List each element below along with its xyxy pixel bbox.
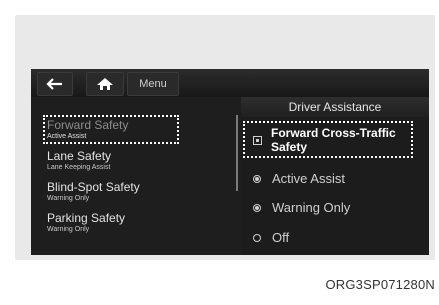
menu-item-title: Blind-Spot Safety (47, 180, 140, 194)
menu-item-title: Lane Safety (47, 149, 112, 163)
option-label-warning-only[interactable]: Warning Only (272, 201, 350, 215)
option-label-off[interactable]: Off (272, 231, 289, 245)
left-menu: Forward Safety Active Assist Lane Safety… (31, 97, 233, 255)
top-bar: Menu (31, 69, 429, 97)
home-icon (97, 78, 113, 90)
menu-item-subtitle: Warning Only (47, 195, 90, 202)
menu-item-blind-spot-safety[interactable]: Blind-Spot Safety Warning Only (47, 181, 140, 203)
back-button[interactable] (37, 72, 73, 96)
screenshot-frame: Menu Forward Safety Active Assist Lane S… (15, 15, 435, 260)
figure-code: ORG3SP071280N (325, 277, 435, 292)
menu-label: Menu (139, 78, 167, 90)
panel-title: Driver Assistance (241, 97, 429, 117)
forward-cross-traffic-checkbox[interactable] (253, 136, 262, 145)
radio-off[interactable] (253, 234, 261, 242)
menu-item-parking-safety[interactable]: Parking Safety Warning Only (47, 212, 125, 234)
menu-item-title: Parking Safety (47, 211, 126, 225)
radio-warning-only[interactable] (253, 204, 261, 212)
menu-item-lane-safety[interactable]: Lane Safety Lane Keeping Assist (47, 150, 111, 172)
radio-active-assist[interactable] (253, 175, 261, 183)
option-label-active-assist[interactable]: Active Assist (272, 172, 345, 186)
focus-highlight (43, 115, 179, 144)
scrollbar[interactable] (236, 115, 238, 191)
infotainment-screen: Menu Forward Safety Active Assist Lane S… (31, 69, 429, 255)
home-button[interactable] (86, 72, 124, 96)
menu-item-subtitle: Lane Keeping Assist (47, 164, 111, 171)
menu-button[interactable]: Menu (127, 72, 179, 96)
forward-cross-traffic-label[interactable]: Forward Cross-Traffic Safety (271, 126, 411, 154)
menu-item-subtitle: Warning Only (47, 226, 90, 233)
back-arrow-icon (46, 78, 62, 90)
